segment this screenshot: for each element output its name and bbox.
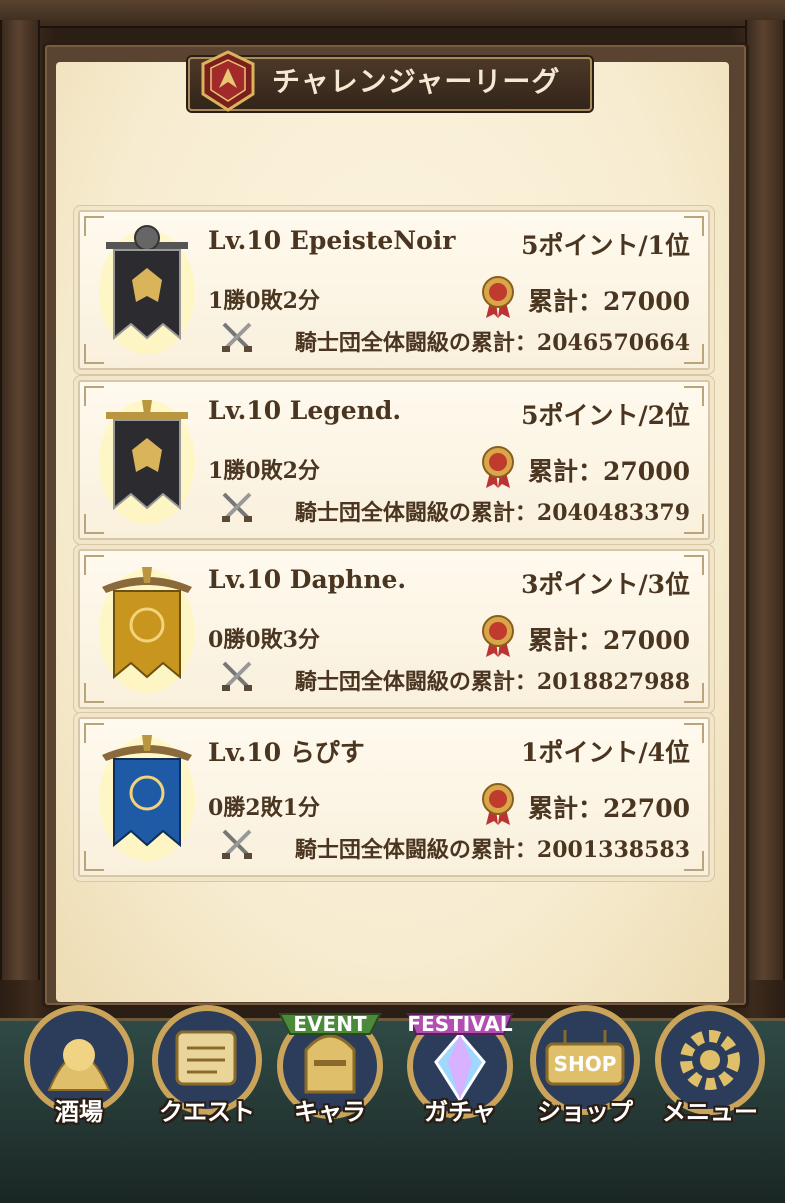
total-score: 累計：27000 [528,626,690,655]
crossed-swords-icon [222,322,252,352]
nav-label-gacha: ガチャ [424,1098,496,1126]
black-knight-banner-icon [99,225,195,354]
black-banner-icon [99,400,195,524]
league-entry-card[interactable]: Lv.10 Daphne. 3ポイント/3位 0勝0敗3分 累計：27000 騎… [78,549,710,709]
blue-banner-icon [99,735,195,861]
medal-icon [482,446,514,488]
player-name: Lv.10 EpeisteNoir [208,226,456,255]
guild-total-score: 騎士団全体闘級の累計：2046570664 [294,330,690,356]
win-loss-record: 1勝0敗2分 [208,458,320,484]
nav-label-shop: ショップ [537,1098,633,1126]
medal-icon [482,276,514,318]
festival-badge: FESTIVAL [407,1012,512,1036]
gold-banner-icon [99,567,195,693]
total-score: 累計：27000 [528,287,690,316]
nav-label-quest: クエスト [159,1098,255,1126]
points-rank: 5ポイント/1位 [521,231,690,260]
guild-total-score: 騎士団全体闘級の累計：2040483379 [294,500,690,526]
player-name: Lv.10 らぴす [208,738,365,767]
top-frame-beam [0,0,785,28]
league-entry-card[interactable]: Lv.10 EpeisteNoir 5ポイント/1位 1勝0敗2分 累計：270… [78,210,710,370]
left-pillar [0,20,40,980]
league-entry-card[interactable]: Lv.10 らぴす 1ポイント/4位 0勝2敗1分 累計：22700 騎士団全体… [78,717,710,877]
league-emblem-icon [201,50,255,112]
total-score: 累計：27000 [528,457,690,486]
medal-icon [482,783,514,825]
page-title: チャレンジャーリーグ [272,65,561,98]
win-loss-record: 0勝2敗1分 [208,795,320,821]
shop-badge: SHOP [554,1052,617,1076]
crossed-swords-icon [222,492,252,522]
player-name: Lv.10 Legend. [208,396,402,425]
win-loss-record: 0勝0敗3分 [208,627,320,653]
league-entry-card[interactable]: Lv.10 Legend. 5ポイント/2位 1勝0敗2分 累計：27000 騎… [78,380,710,540]
win-loss-record: 1勝0敗2分 [208,288,320,314]
points-rank: 5ポイント/2位 [521,401,690,430]
player-name: Lv.10 Daphne. [208,565,407,594]
nav-label-character: キャラ [294,1098,366,1126]
crossed-swords-icon [222,661,252,691]
points-rank: 1ポイント/4位 [521,738,690,767]
guild-total-score: 騎士団全体闘級の累計：2018827988 [294,669,690,695]
right-pillar [745,20,785,980]
medal-icon [482,615,514,657]
event-badge: EVENT [293,1012,367,1036]
nav-label-tavern: 酒場 [55,1098,103,1126]
points-rank: 3ポイント/3位 [521,570,690,599]
total-score: 累計：22700 [528,794,690,823]
nav-label-menu: メニュー [662,1098,758,1126]
crossed-swords-icon [222,829,252,859]
guild-total-score: 騎士団全体闘級の累計：2001338583 [294,837,690,863]
